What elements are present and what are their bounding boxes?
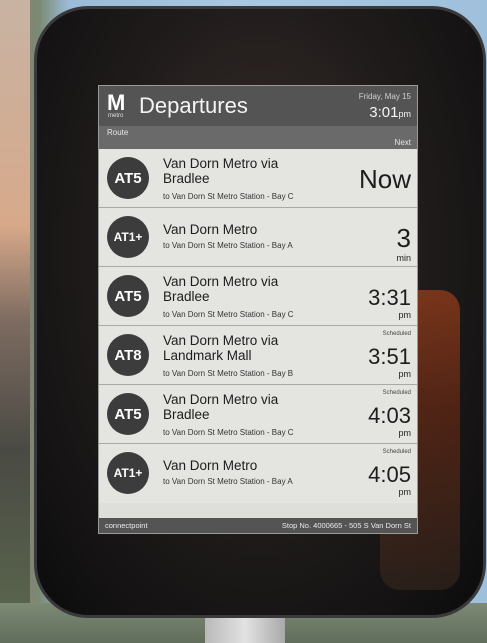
- destination: Van Dorn Metro: [163, 222, 258, 237]
- schedule-tag: Scheduled: [382, 449, 411, 455]
- brand-label: connectpoint: [105, 521, 148, 530]
- route-badge: AT8: [107, 334, 149, 376]
- current-date: Friday, May 15: [358, 92, 411, 101]
- page-title: Departures: [139, 93, 248, 118]
- metro-logo-sub: metro: [108, 113, 124, 119]
- route-badge: AT1+: [107, 216, 149, 258]
- destination: Van Dorn Metro: [163, 458, 258, 473]
- destination: Van Dorn Metro via Landmark Mall: [163, 333, 279, 363]
- schedule-tag: Scheduled: [382, 331, 411, 337]
- eta: 3 min: [396, 223, 411, 263]
- metro-logo: M metro: [107, 92, 129, 122]
- eta: 4:03 pm: [368, 403, 411, 438]
- eta: 3:51 pm: [368, 344, 411, 379]
- stop-info: to Van Dorn St Metro Station - Bay C: [163, 310, 294, 319]
- destination: Van Dorn Metro via Bradlee: [163, 274, 279, 304]
- schedule-tag: Scheduled: [382, 390, 411, 396]
- route-badge: AT5: [107, 275, 149, 317]
- stop-info: to Van Dorn St Metro Station - Bay C: [163, 192, 294, 201]
- route-badge: AT5: [107, 157, 149, 199]
- next-column-label: Next: [394, 138, 411, 147]
- stop-info: to Van Dorn St Metro Station - Bay B: [163, 369, 294, 378]
- stop-info: to Van Dorn St Metro Station - Bay C: [163, 428, 294, 437]
- departure-row: AT1+ Van Dorn Metro to Van Dorn St Metro…: [99, 208, 417, 267]
- metro-logo-mark: M: [107, 90, 126, 115]
- route-badge: AT5: [107, 393, 149, 435]
- departure-row: AT5 Van Dorn Metro via Bradlee to Van Dor…: [99, 149, 417, 208]
- header-bar: M metro Departures Friday, May 15 3:01pm: [99, 86, 417, 126]
- departure-row: AT1+ Van Dorn Metro to Van Dorn St Metro…: [99, 444, 417, 503]
- eta: Now: [358, 164, 411, 194]
- departure-row: AT8 Van Dorn Metro via Landmark Mall to V…: [99, 326, 417, 385]
- destination: Van Dorn Metro via Bradlee: [163, 156, 279, 186]
- current-time: 3:01pm: [369, 104, 411, 121]
- eta: 3:31 pm: [368, 285, 411, 320]
- stop-label: Stop No. 4000665 - 505 S Van Dorn St: [281, 521, 411, 530]
- footer-bar: connectpoint Stop No. 4000665 - 505 S Va…: [99, 518, 417, 533]
- stop-info: to Van Dorn St Metro Station - Bay A: [163, 477, 293, 486]
- background-left-scene: [0, 0, 30, 643]
- route-column-label: Route: [107, 128, 129, 137]
- departures-screen: M metro Departures Friday, May 15 3:01pm…: [99, 86, 417, 533]
- eta: 4:05 pm: [368, 462, 411, 497]
- departure-row: AT5 Van Dorn Metro via Bradlee to Van Dor…: [99, 267, 417, 326]
- stop-info: to Van Dorn St Metro Station - Bay A: [163, 241, 293, 250]
- column-header: Route Next: [99, 126, 417, 149]
- route-badge: AT1+: [107, 452, 149, 494]
- departure-list: AT5 Van Dorn Metro via Bradlee to Van Dor…: [99, 149, 417, 503]
- departure-row: AT5 Van Dorn Metro via Bradlee to Van Dor…: [99, 385, 417, 444]
- destination: Van Dorn Metro via Bradlee: [163, 392, 279, 422]
